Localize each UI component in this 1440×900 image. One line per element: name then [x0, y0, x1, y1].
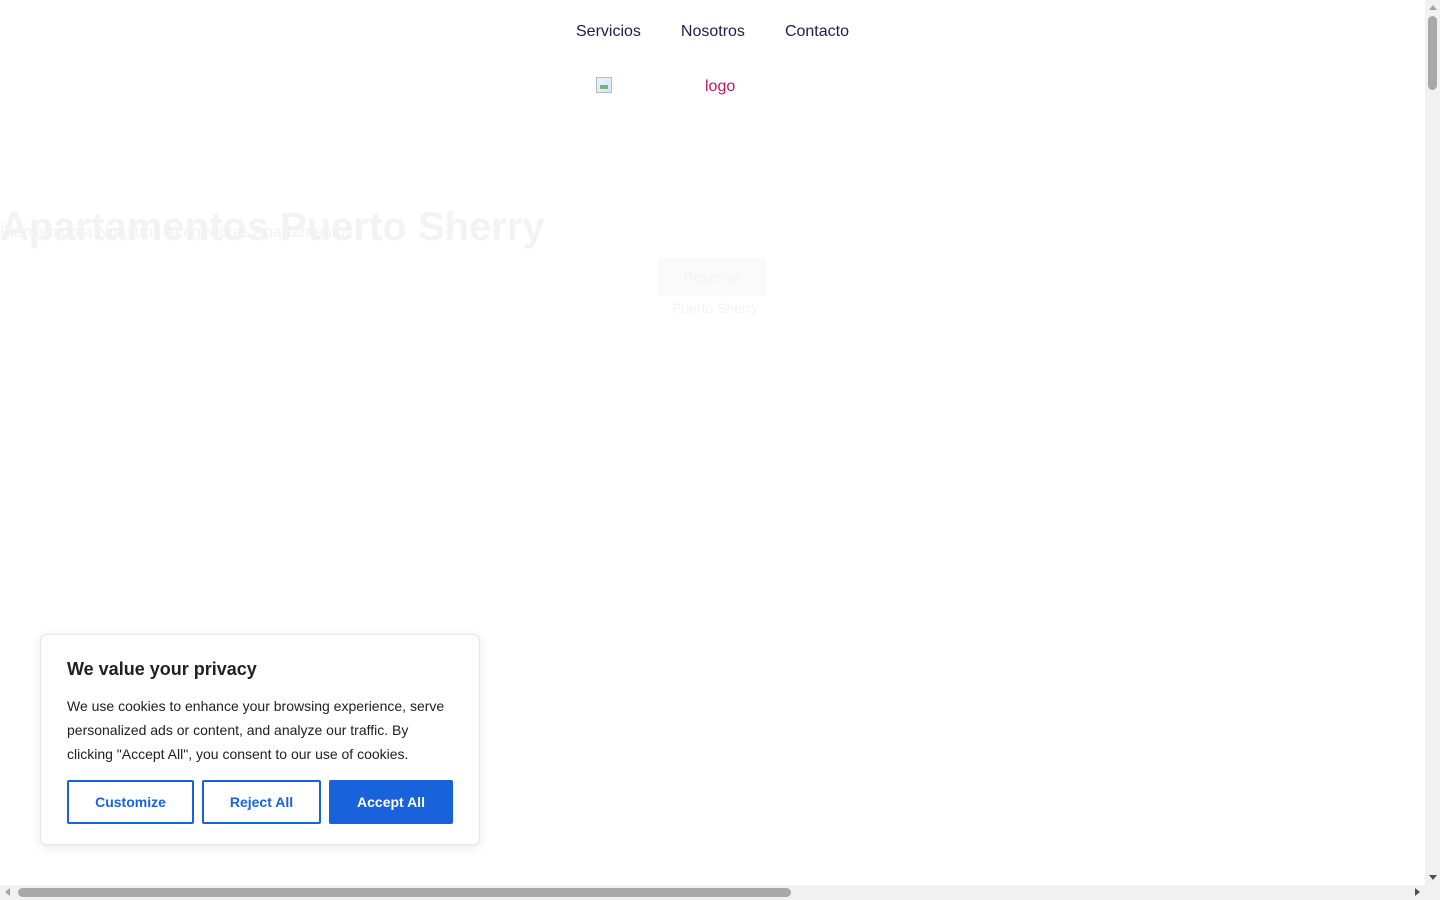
nav-link-nosotros[interactable]: Nosotros: [681, 20, 745, 44]
scroll-up-arrow-icon[interactable]: [1429, 5, 1437, 10]
scroll-right-arrow-icon[interactable]: [1415, 888, 1420, 896]
vertical-scroll-thumb[interactable]: [1428, 16, 1437, 90]
horizontal-scrollbar[interactable]: [0, 885, 1425, 900]
cookie-consent-banner: We value your privacy We use cookies to …: [40, 634, 480, 845]
page-viewport: Servicios Nosotros Contacto logo Apartam…: [0, 0, 1425, 884]
cookie-banner-title: We value your privacy: [67, 659, 257, 679]
hero-cta-button[interactable]: Reservar: [658, 258, 766, 296]
accept-all-button[interactable]: Accept All: [329, 780, 453, 824]
scroll-left-arrow-icon[interactable]: [5, 888, 10, 896]
site-logo[interactable]: logo: [596, 76, 735, 96]
scrollbar-corner: [1425, 885, 1440, 900]
broken-image-icon: [596, 77, 612, 93]
logo-alt-text: logo: [705, 78, 736, 95]
cookie-banner-actions: Customize Reject All Accept All: [67, 780, 453, 824]
hero-subtitle: Bienvenido a Nuestros Acogedores Apartam…: [0, 224, 354, 241]
top-navigation: Servicios Nosotros Contacto: [0, 20, 1425, 44]
scroll-down-arrow-icon[interactable]: [1429, 875, 1437, 880]
nav-link-servicios[interactable]: Servicios: [576, 20, 641, 44]
horizontal-scroll-thumb[interactable]: [18, 888, 791, 897]
vertical-scrollbar[interactable]: [1425, 0, 1440, 885]
cookie-banner-text: We use cookies to enhance your browsing …: [67, 698, 445, 762]
reject-all-button[interactable]: Reject All: [202, 780, 321, 824]
customize-button[interactable]: Customize: [67, 780, 194, 824]
hero-location-text: Puerto Sherry: [672, 300, 759, 316]
nav-link-contacto[interactable]: Contacto: [785, 20, 849, 44]
